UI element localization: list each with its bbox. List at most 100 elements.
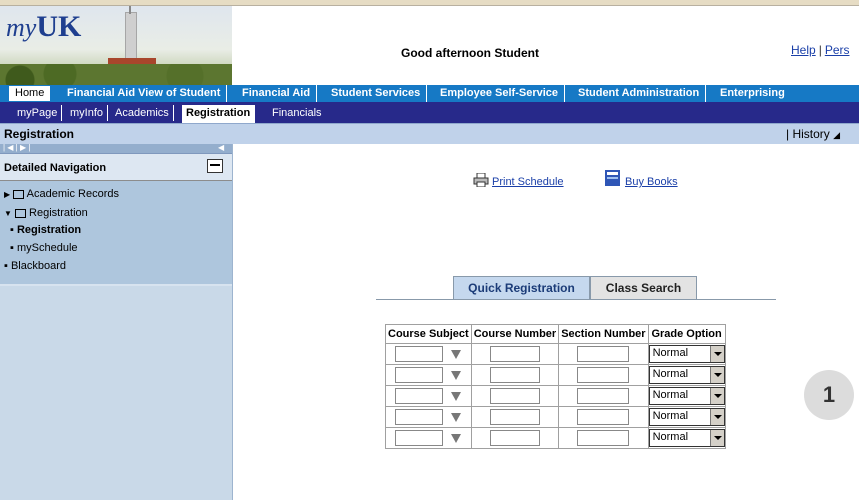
course-subject-input[interactable] — [395, 367, 444, 383]
nav-enterprising[interactable]: Enterprising — [714, 85, 791, 102]
header-grade-option: Grade Option — [647, 324, 726, 344]
tab-class-search[interactable]: Class Search — [590, 276, 697, 300]
myuk-logo[interactable]: myUK — [0, 6, 232, 85]
subject-dropdown-icon[interactable] — [451, 349, 462, 359]
course-subject-input[interactable] — [395, 409, 444, 425]
grade-cell: Normal — [647, 427, 726, 449]
table-row: Normal — [385, 385, 726, 407]
collapse-arrow-icon: ▼ — [4, 209, 12, 218]
nav-home[interactable]: Home — [8, 85, 52, 102]
collapse-pane-icon[interactable]: ◀ — [218, 143, 224, 152]
detailed-navigation-title: Detailed Navigation — [4, 162, 107, 174]
grade-option-value: Normal — [652, 368, 689, 380]
section-cell — [558, 427, 649, 449]
course-subject-input[interactable] — [395, 346, 444, 362]
number-cell — [470, 406, 560, 428]
section-number-input[interactable] — [577, 388, 630, 404]
detailed-navigation-header: Detailed Navigation — [0, 154, 232, 181]
nav-employee-self-service[interactable]: Employee Self-Service — [434, 85, 566, 102]
section-number-input[interactable] — [577, 346, 630, 362]
tab-quick-registration[interactable]: Quick Registration — [453, 276, 590, 300]
step-number-badge: 1 — [804, 370, 854, 420]
number-cell — [470, 385, 560, 407]
dropdown-arrow-icon[interactable] — [709, 346, 724, 362]
tree-item-myschedule[interactable]: ▪ mySchedule — [10, 242, 78, 254]
tree-item-label: Registration — [16, 224, 82, 236]
number-cell — [470, 427, 560, 449]
dropdown-arrow-icon[interactable] — [709, 409, 724, 425]
tree-item-registration-folder[interactable]: ▼ Registration — [4, 207, 88, 219]
course-number-input[interactable] — [489, 388, 540, 404]
header: myUK Good afternoon Student Help | Pers — [0, 6, 859, 85]
minimize-icon[interactable] — [207, 159, 223, 173]
nav-academics[interactable]: Academics — [111, 105, 174, 121]
grade-option-select[interactable]: Normal — [648, 408, 725, 426]
history-link[interactable]: History — [792, 127, 829, 141]
page-title-bar: Registration | History ◢ — [0, 123, 859, 144]
tab-underline — [376, 299, 776, 300]
section-number-input[interactable] — [577, 409, 630, 425]
nav-student-services[interactable]: Student Services — [325, 85, 428, 102]
printer-icon[interactable] — [473, 173, 489, 187]
subject-dropdown-icon[interactable] — [451, 433, 462, 443]
bullet-icon: ▪ — [10, 242, 17, 254]
section-number-input[interactable] — [577, 367, 630, 383]
dropdown-arrow-icon[interactable] — [709, 430, 724, 446]
course-number-input[interactable] — [489, 409, 540, 425]
pane-pager[interactable]: | ◀ | ▶ | — [3, 143, 30, 152]
section-cell — [558, 364, 649, 386]
tree-item-registration-active[interactable]: ▪ Registration — [10, 224, 81, 236]
personalize-link[interactable]: Pers — [825, 43, 850, 57]
grade-option-select[interactable]: Normal — [648, 429, 725, 447]
nav-financial-aid[interactable]: Financial Aid — [236, 85, 318, 102]
grade-option-select[interactable]: Normal — [648, 345, 725, 363]
logo-text-my: my — [6, 13, 37, 42]
subject-dropdown-icon[interactable] — [451, 391, 462, 401]
nav-mypage[interactable]: myPage — [13, 105, 63, 121]
course-number-input[interactable] — [489, 346, 540, 362]
logo-text: myUK — [6, 10, 81, 44]
grade-option-value: Normal — [652, 347, 689, 359]
history-area: | History ◢ — [786, 127, 840, 141]
main-content: Print Schedule Buy Books Quick Registrat… — [233, 144, 859, 500]
number-cell — [470, 343, 560, 365]
subject-dropdown-icon[interactable] — [451, 370, 462, 380]
history-dropdown-icon[interactable]: ◢ — [833, 130, 840, 140]
nav-myinfo[interactable]: myInfo — [66, 105, 109, 121]
dropdown-arrow-icon[interactable] — [709, 367, 724, 383]
header-section-number: Section Number — [558, 324, 649, 344]
buy-books-link[interactable]: Buy Books — [625, 176, 678, 188]
grade-option-select[interactable]: Normal — [648, 387, 725, 405]
nav-registration[interactable]: Registration — [182, 105, 256, 123]
table-row: Normal — [385, 406, 726, 428]
dropdown-arrow-icon[interactable] — [709, 388, 724, 404]
grade-option-select[interactable]: Normal — [648, 366, 725, 384]
help-link[interactable]: Help — [791, 43, 816, 57]
tree-item-academic-records[interactable]: ▶ Academic Records — [4, 188, 119, 200]
folder-icon — [13, 189, 25, 199]
secondary-nav: myPage myInfo Academics Registration Fin… — [0, 102, 859, 123]
tree-item-label: Blackboard — [10, 260, 67, 272]
print-schedule-link[interactable]: Print Schedule — [492, 176, 564, 188]
bullet-icon: ▪ — [10, 224, 17, 236]
grade-option-value: Normal — [652, 431, 689, 443]
course-subject-input[interactable] — [395, 388, 444, 404]
tree-item-label: Registration — [29, 207, 88, 219]
subject-cell — [385, 364, 472, 386]
subject-cell — [385, 343, 472, 365]
history-separator: | — [786, 127, 790, 141]
tree-item-blackboard[interactable]: ▪ Blackboard — [4, 260, 66, 272]
top-links: Help | Pers — [791, 43, 850, 57]
nav-financial-aid-view[interactable]: Financial Aid View of Student — [61, 85, 228, 102]
book-icon[interactable] — [605, 170, 620, 186]
course-number-input[interactable] — [489, 367, 540, 383]
section-number-input[interactable] — [577, 430, 630, 446]
nav-financials[interactable]: Financials — [268, 105, 326, 121]
nav-student-administration[interactable]: Student Administration — [572, 85, 707, 102]
number-cell — [470, 364, 560, 386]
course-number-input[interactable] — [489, 430, 540, 446]
left-pane-empty-area — [0, 286, 232, 500]
course-subject-input[interactable] — [395, 430, 444, 446]
grade-option-value: Normal — [652, 389, 689, 401]
subject-dropdown-icon[interactable] — [451, 412, 462, 422]
